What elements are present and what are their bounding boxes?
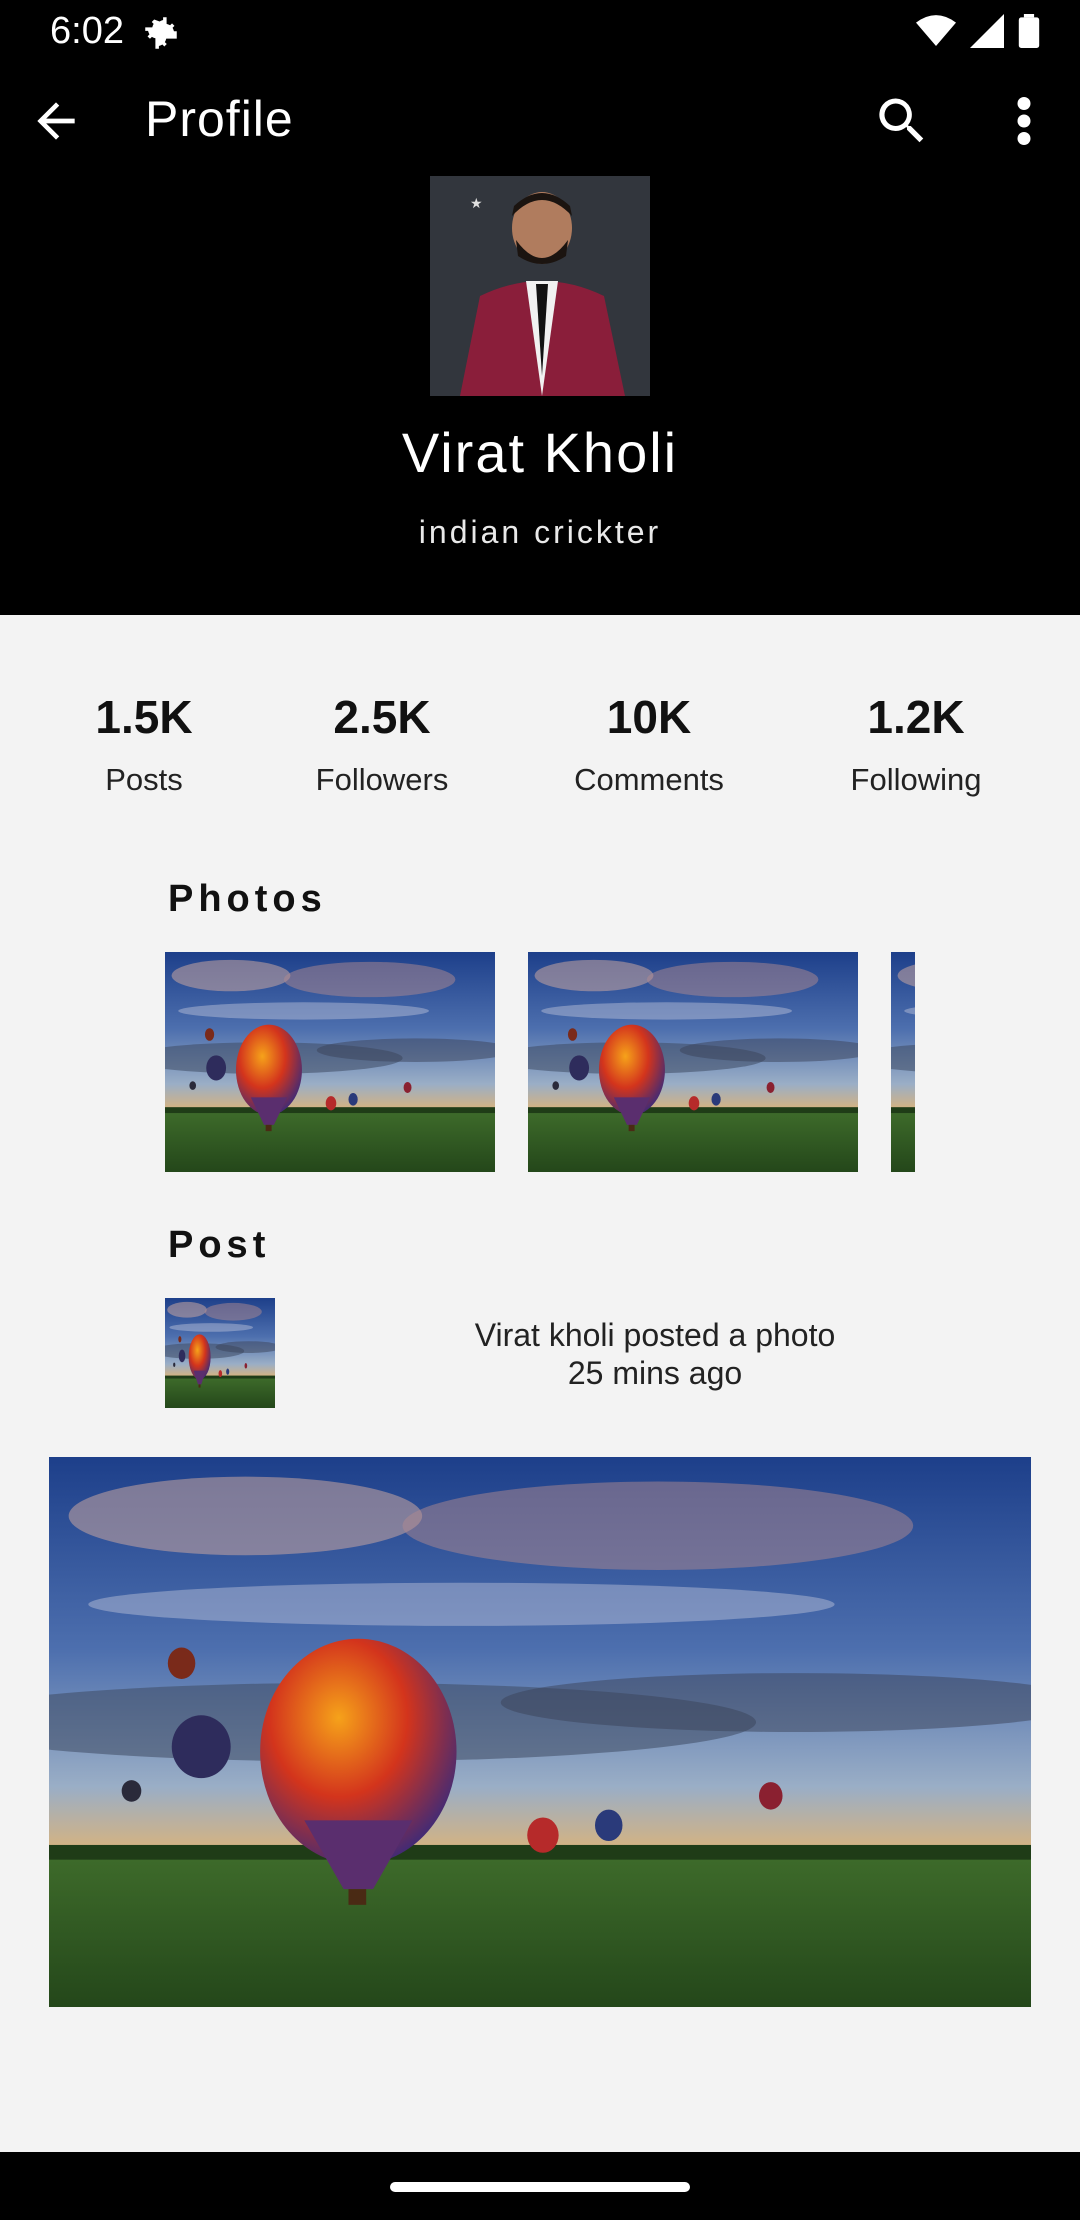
battery-icon <box>1018 14 1040 48</box>
profile-name: Virat Kholi <box>401 421 679 484</box>
post-line-2: 25 mins ago <box>567 1355 743 1391</box>
photo-thumbnail[interactable] <box>891 952 915 1172</box>
status-time: 6:02 <box>50 10 124 52</box>
stat-label: Followers <box>315 762 449 797</box>
photo-strip[interactable] <box>165 952 915 1172</box>
page-title: Profile <box>145 91 294 147</box>
stat-value: 2.5K <box>333 691 431 743</box>
stat-comments[interactable]: 10K Comments <box>529 690 769 798</box>
avatar[interactable] <box>430 176 650 396</box>
stat-followers[interactable]: 2.5K Followers <box>262 690 502 798</box>
post-caption: Virat kholi posted a photo 25 mins ago <box>305 1316 1005 1392</box>
stat-posts[interactable]: 1.5K Posts <box>24 690 264 798</box>
home-gesture-handle[interactable] <box>390 2182 690 2192</box>
arrow-back-icon[interactable] <box>28 93 84 149</box>
stat-following[interactable]: 1.2K Following <box>796 690 1036 798</box>
gear-icon <box>140 12 182 54</box>
stat-label: Following <box>850 762 982 797</box>
post-image[interactable] <box>49 1457 1031 2007</box>
post-item[interactable]: Virat kholi posted a photo 25 mins ago <box>165 1298 1015 1408</box>
stat-value: 10K <box>606 691 692 743</box>
photo-thumbnail[interactable] <box>165 952 495 1172</box>
app-bar: Profile <box>0 66 1080 176</box>
photos-heading: Photos <box>168 878 327 920</box>
stat-label: Posts <box>105 762 183 797</box>
stat-value: 1.2K <box>867 691 965 743</box>
signal-icon <box>970 14 1004 48</box>
photo-thumbnail[interactable] <box>528 952 858 1172</box>
stat-label: Comments <box>574 762 724 797</box>
navigation-bar <box>0 2152 1080 2220</box>
wifi-icon <box>916 14 956 48</box>
post-heading: Post <box>168 1224 271 1266</box>
status-icons <box>916 14 1040 48</box>
profile-header: 6:02 Profile Virat Kholi indian crickter <box>0 0 1080 615</box>
post-line-1: Virat kholi posted a photo <box>474 1317 836 1353</box>
status-bar: 6:02 <box>0 0 1080 66</box>
more-vert-icon[interactable] <box>1000 91 1048 151</box>
post-thumbnail[interactable] <box>165 1298 275 1408</box>
profile-bio: indian crickter <box>418 514 662 550</box>
search-icon[interactable] <box>872 91 932 151</box>
stat-value: 1.5K <box>95 691 193 743</box>
